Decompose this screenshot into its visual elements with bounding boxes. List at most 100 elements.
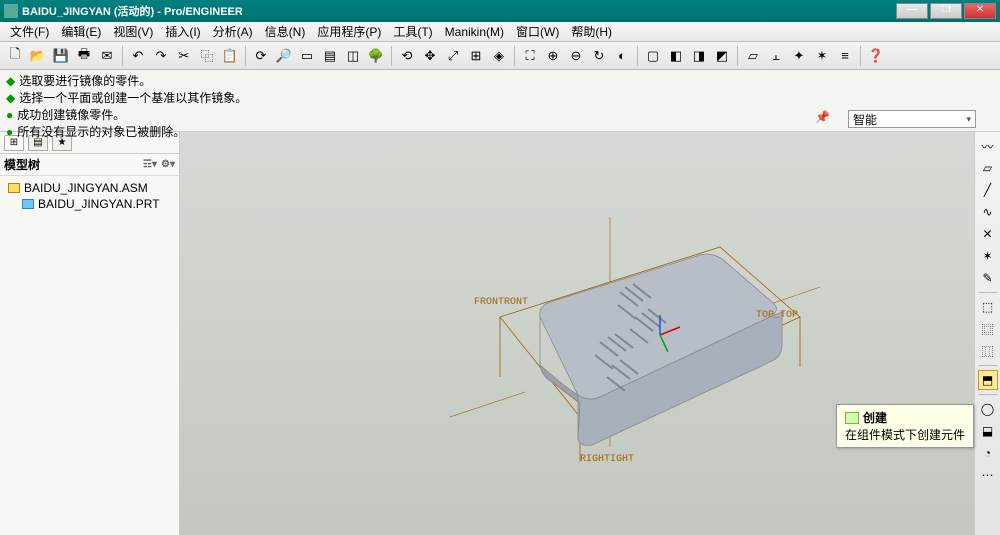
datum-point-icon[interactable]: ✦ [788,45,810,67]
pan-icon[interactable]: ✥ [419,45,441,67]
menu-manikin[interactable]: Manikin(M) [439,23,510,41]
tree-item-label: BAIDU_JINGYAN.ASM [24,181,148,195]
find-icon[interactable]: 🔎 [273,45,295,67]
toolbar-sep [245,46,246,66]
view-mgr-icon[interactable]: ◫ [342,45,364,67]
tree-item-label: BAIDU_JINGYAN.PRT [38,197,160,211]
component-icon[interactable]: ⿴ [978,319,998,339]
tooltip: 创建 在组件模式下创建元件 [836,404,974,448]
toolbar-sep [737,46,738,66]
wireframe-icon[interactable]: ▢ [642,45,664,67]
menu-info[interactable]: 信息(N) [259,21,312,42]
hole-icon[interactable]: ◯ [978,399,998,419]
zoom-out-icon[interactable]: ⊖ [565,45,587,67]
menu-application[interactable]: 应用程序(P) [311,21,387,42]
tree-child[interactable]: BAIDU_JINGYAN.PRT [4,196,175,212]
tree-title: 模型树 [4,156,40,173]
toolbar-sep [979,365,997,366]
datum-plane-icon[interactable]: ▱ [978,158,998,178]
menu-view[interactable]: 视图(V) [107,21,159,42]
msg-line: 选择一个平面或创建一个基准以其作镜象。 [19,89,247,106]
menu-edit[interactable]: 编辑(E) [55,21,107,42]
msg-line: 所有没有显示的对象已被删除。 [17,123,185,140]
datum-top-label: TOP_TOP [756,310,798,321]
mail-icon[interactable]: ✉ [96,45,118,67]
toolbar-sep [860,46,861,66]
selection-filter-dropdown[interactable]: 智能 [848,110,976,128]
save-icon[interactable]: 💾 [50,45,72,67]
help-icon[interactable]: ❓ [865,45,887,67]
undo-icon[interactable]: ↶ [127,45,149,67]
bullet-icon: ◆ [6,74,15,88]
new-icon[interactable]: 🗋 [4,45,26,67]
toolbar-sep [979,394,997,395]
shading-icon[interactable]: ◩ [711,45,733,67]
copy-icon[interactable]: ⿻ [196,45,218,67]
create-component-icon[interactable]: ⬒ [978,370,998,390]
toolbar-sep [637,46,638,66]
minimize-button[interactable]: — [896,3,928,19]
model-tree-icon[interactable]: 🌳 [365,45,387,67]
datum-csys-icon[interactable]: ✶ [811,45,833,67]
datum-right-label: RIGHTIGHT [580,454,634,465]
zoom-in-icon[interactable]: ⊕ [542,45,564,67]
csys-icon[interactable]: ✶ [978,246,998,266]
menu-bar: 文件(F) 编辑(E) 视图(V) 插入(I) 分析(A) 信息(N) 应用程序… [0,22,1000,42]
open-icon[interactable]: 📂 [27,45,49,67]
cut-icon[interactable]: ✂ [173,45,195,67]
viewport[interactable]: FRONTRONT TOP_TOP RIGHTIGHT [180,132,974,535]
model-tree: BAIDU_JINGYAN.ASM BAIDU_JINGYAN.PRT [0,176,179,216]
datum-front-label: FRONTRONT [474,297,528,308]
repaint-icon[interactable]: ↻ [588,45,610,67]
toolbar: 🗋 📂 💾 🖶 ✉ ↶ ↷ ✂ ⿻ 📋 ⟳ 🔎 ▭ ▤ ◫ 🌳 ⟲ ✥ ⤢ ⊞ … [0,42,1000,70]
menu-tools[interactable]: 工具(T) [387,21,438,42]
hidden-icon[interactable]: ◧ [665,45,687,67]
datum-plane-icon[interactable]: ▱ [742,45,764,67]
tree-settings-icon[interactable]: ⚙▾ [161,159,175,170]
refit-icon[interactable]: ⛶ [519,45,541,67]
pin-icon[interactable]: 📌 [815,110,830,124]
revolve-icon[interactable]: ◔ [978,443,998,463]
redo-icon[interactable]: ↷ [150,45,172,67]
maximize-button[interactable]: ❐ [930,3,962,19]
nohidden-icon[interactable]: ◨ [688,45,710,67]
bullet-icon: ● [6,108,13,122]
datum-point-icon[interactable]: ✕ [978,224,998,244]
menu-analysis[interactable]: 分析(A) [207,21,259,42]
main-area: ⊞ ▤ ★ 模型树 ☶▾ ⚙▾ BAIDU_JINGYAN.ASM BAIDU_… [0,132,1000,535]
sketch-icon[interactable]: ✎ [978,268,998,288]
close-button[interactable]: ✕ [964,3,996,19]
menu-help[interactable]: 帮助(H) [565,21,618,42]
spin-icon[interactable]: ⟲ [396,45,418,67]
datum-axis-icon[interactable]: ⫠ [765,45,787,67]
menu-window[interactable]: 窗口(W) [510,21,565,42]
layers-icon[interactable]: ▤ [319,45,341,67]
shade-icon[interactable]: ◐ [611,45,633,67]
more-icon[interactable]: ⋯ [978,465,998,485]
tree-root[interactable]: BAIDU_JINGYAN.ASM [4,180,175,196]
model-display [450,187,840,467]
annotation-icon[interactable]: ≡ [834,45,856,67]
pattern-icon[interactable]: ⿲ [978,341,998,361]
part-icon [22,199,34,209]
tooltip-desc: 在组件模式下创建元件 [845,426,965,443]
regen-icon[interactable]: ⟳ [250,45,272,67]
bullet-icon: ◆ [6,91,15,105]
print-icon[interactable]: 🖶 [73,45,95,67]
assemble-icon[interactable]: ⬚ [978,297,998,317]
paste-icon[interactable]: 📋 [219,45,241,67]
tooltip-title: 创建 [863,409,887,426]
tree-show-icon[interactable]: ☶▾ [143,159,157,170]
select-icon[interactable]: ▭ [296,45,318,67]
extrude-icon[interactable]: ⬓ [978,421,998,441]
sidebar: ⊞ ▤ ★ 模型树 ☶▾ ⚙▾ BAIDU_JINGYAN.ASM BAIDU_… [0,132,180,535]
orient-icon[interactable]: ⊞ [465,45,487,67]
saved-view-icon[interactable]: ◈ [488,45,510,67]
toolbar-sep [122,46,123,66]
menu-file[interactable]: 文件(F) [4,21,55,42]
menu-insert[interactable]: 插入(I) [159,21,206,42]
curve-icon[interactable]: ∿ [978,202,998,222]
datum-axis-icon[interactable]: ╱ [978,180,998,200]
zoom-icon[interactable]: ⤢ [442,45,464,67]
toolbar-sep [391,46,392,66]
